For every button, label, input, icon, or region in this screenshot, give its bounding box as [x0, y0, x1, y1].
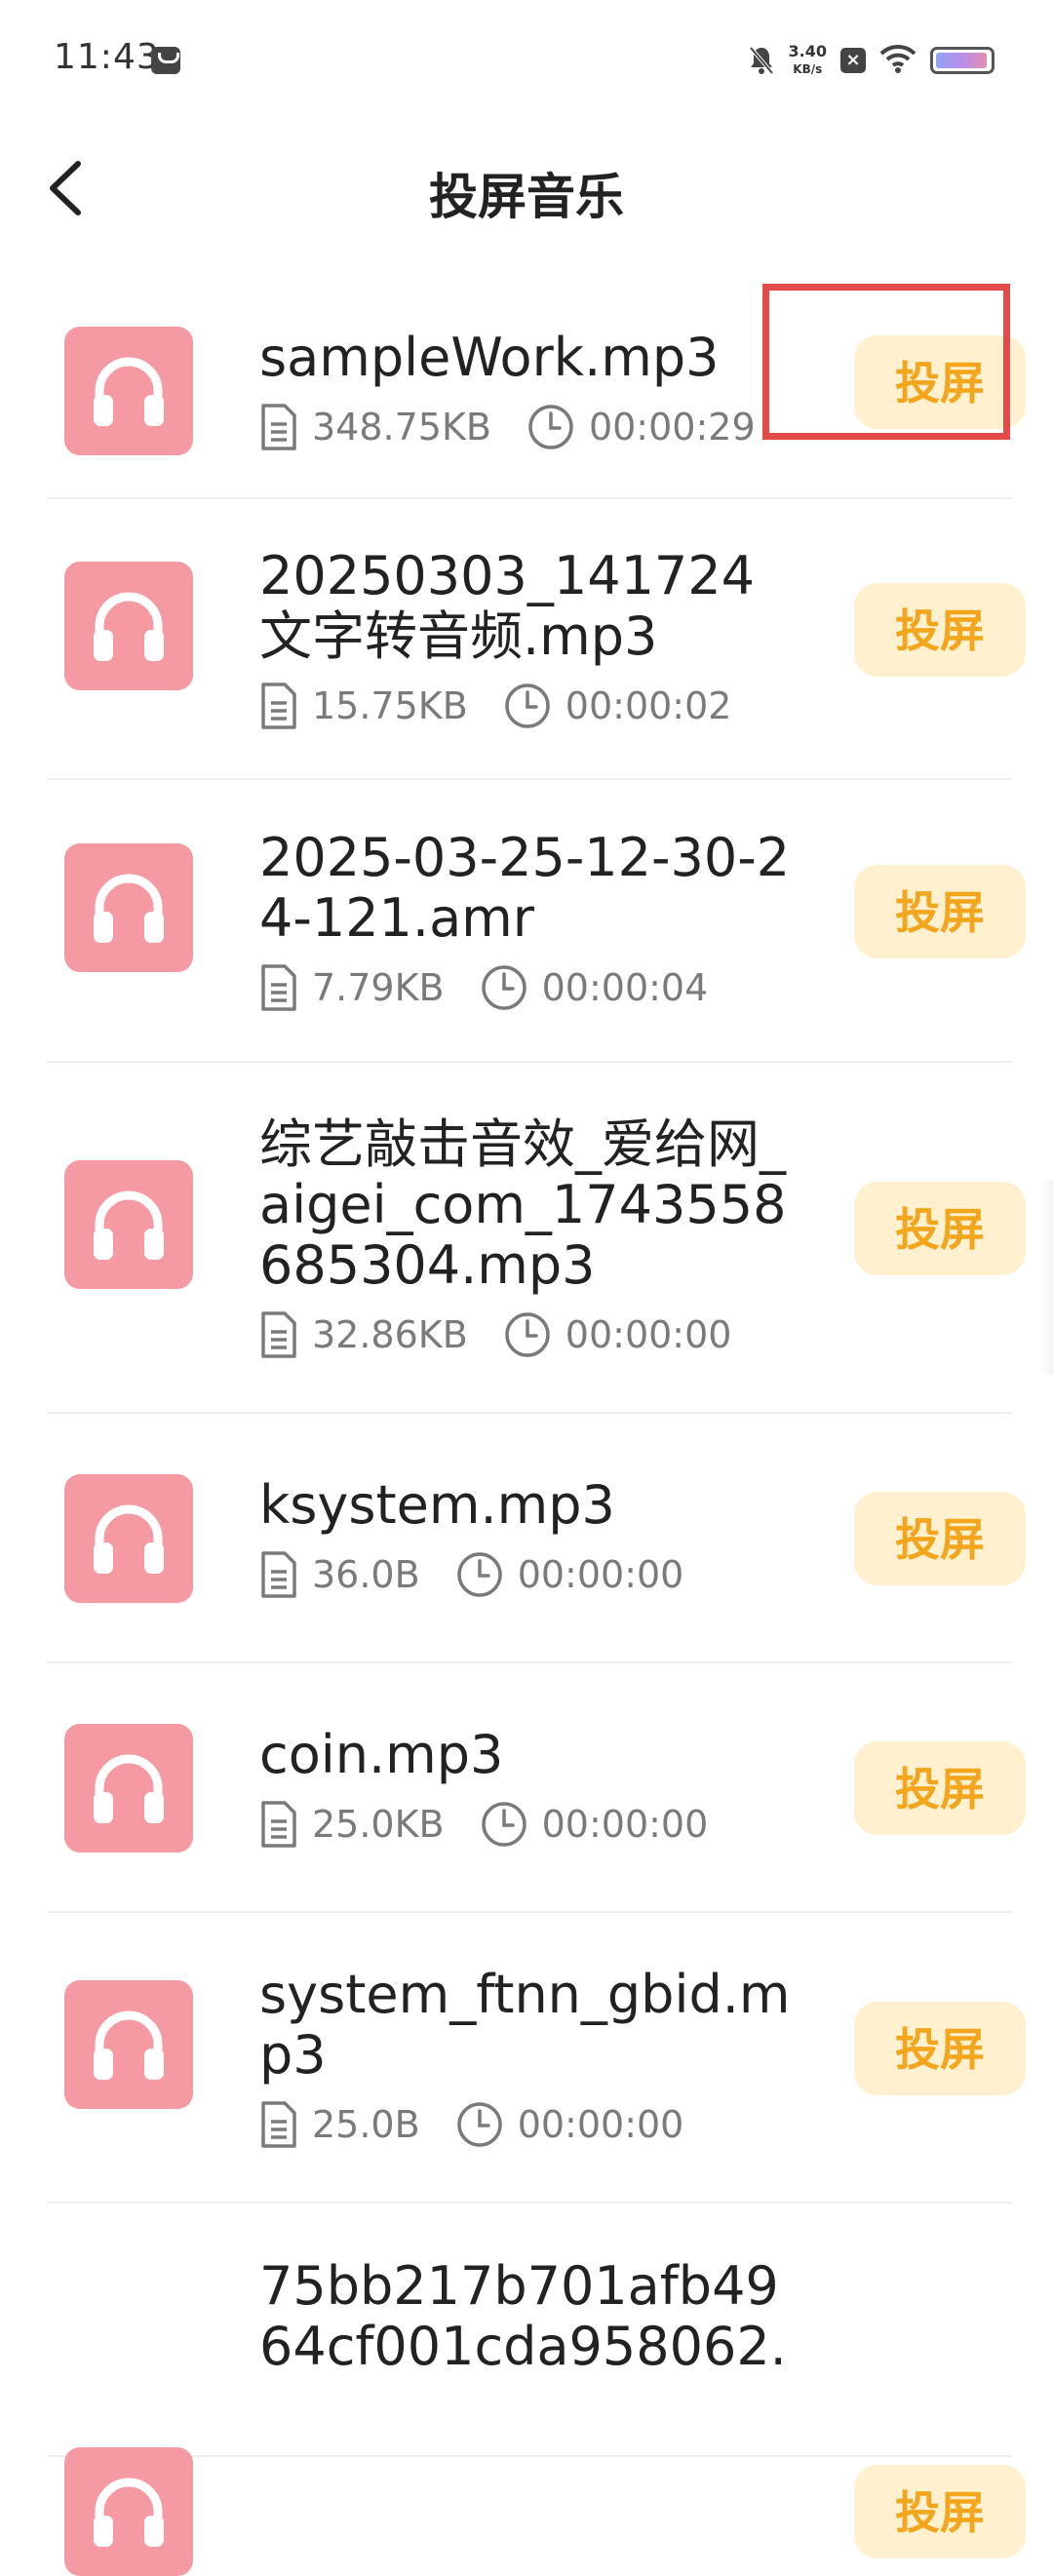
- cast-button[interactable]: 投屏: [854, 2002, 1026, 2095]
- clock-icon: [480, 1800, 528, 1849]
- cast-button[interactable]: 投屏: [854, 1492, 1026, 1585]
- file-size-icon: [259, 2100, 298, 2149]
- file-size: 348.75KB: [312, 406, 491, 449]
- headphones-icon: [64, 1724, 193, 1853]
- top-bar: 投屏音乐: [0, 137, 1053, 244]
- network-speed: 3.40 KB/s: [789, 43, 827, 78]
- file-duration: 00:00:00: [517, 1553, 684, 1596]
- file-name: 75bb217b701afb4964cf001cda958062.m: [259, 2256, 787, 2377]
- cast-button[interactable]: 投屏: [854, 335, 1026, 429]
- cast-button[interactable]: 投屏: [854, 865, 1026, 958]
- cast-button[interactable]: 投屏: [854, 1182, 1026, 1275]
- file-size-icon: [259, 1310, 298, 1359]
- music-file-row[interactable]: coin.mp3 25.0KB 00:00:00 投屏: [47, 1663, 1026, 1913]
- clock-icon: [455, 2100, 504, 2149]
- file-duration: 00:00:00: [565, 1313, 732, 1356]
- music-file-row[interactable]: 75bb217b701afb4964cf001cda958062.m 投屏: [47, 2204, 1026, 2576]
- clock-icon: [526, 403, 575, 451]
- status-icons: 3.40 KB/s ×: [748, 39, 994, 82]
- bell-muted-icon: [748, 45, 775, 76]
- scroll-edge-shadow: [1039, 1180, 1053, 1375]
- file-size: 7.79KB: [312, 966, 445, 1009]
- music-file-row[interactable]: sampleWork.mp3 348.75KB 00:00:29 投屏: [47, 283, 1026, 499]
- message-notification-icon: [151, 47, 180, 74]
- status-bar: 11:43 3.40 KB/s ×: [0, 0, 1053, 117]
- cast-button[interactable]: 投屏: [854, 1741, 1026, 1835]
- file-meta: 15.75KB 00:00:02: [259, 679, 731, 733]
- wifi-icon: [879, 44, 916, 77]
- file-meta: 36.0B 00:00:00: [259, 1547, 683, 1602]
- file-name: system_ftnn_gbid.mp3: [259, 1965, 791, 2086]
- file-size-icon: [259, 403, 298, 451]
- file-meta: 25.0B 00:00:00: [259, 2097, 683, 2152]
- file-size: 15.75KB: [312, 684, 468, 727]
- headphones-icon: [64, 327, 193, 455]
- file-name: coin.mp3: [259, 1725, 504, 1785]
- headphones-icon: [64, 1474, 193, 1603]
- file-size: 32.86KB: [312, 1313, 468, 1356]
- headphones-icon: [64, 1980, 193, 2109]
- music-file-row[interactable]: ksystem.mp3 36.0B 00:00:00 投屏: [47, 1414, 1026, 1663]
- music-file-row[interactable]: 2025-03-25-12-30-24-121.amr 7.79KB 00:00:0…: [47, 780, 1026, 1063]
- status-time: 11:43: [54, 37, 160, 77]
- file-size-icon: [259, 1550, 298, 1599]
- file-meta: 7.79KB 00:00:04: [259, 960, 708, 1015]
- file-size: 25.0B: [312, 2103, 420, 2146]
- file-duration: 00:00:00: [517, 2103, 684, 2146]
- cast-button[interactable]: 投屏: [854, 583, 1026, 677]
- file-duration: 00:00:02: [565, 684, 732, 727]
- clock-icon: [480, 963, 528, 1012]
- file-size-icon: [259, 682, 298, 730]
- network-speed-unit: KB/s: [793, 62, 823, 76]
- sim-off-icon: ×: [840, 48, 866, 73]
- headphones-icon: [64, 562, 193, 690]
- battery-icon: [930, 47, 994, 74]
- music-file-row[interactable]: 20250303_141724文字转音频.mp3 15.75KB 00:00:02 投…: [47, 499, 1026, 780]
- file-duration: 00:00:29: [588, 406, 756, 449]
- headphones-icon: [64, 2447, 193, 2576]
- music-file-row[interactable]: system_ftnn_gbid.mp3 25.0B 00:00:00 投屏: [47, 1913, 1026, 2204]
- network-speed-value: 3.40: [788, 42, 827, 60]
- headphones-icon: [64, 1160, 193, 1289]
- music-file-row[interactable]: 综艺敲击音效_爱给网_aigei_com_1743558685304.mp3 32…: [47, 1063, 1026, 1414]
- file-size-icon: [259, 1800, 298, 1849]
- cast-button[interactable]: 投屏: [854, 2465, 1026, 2558]
- file-name: 20250303_141724文字转音频.mp3: [259, 546, 755, 667]
- file-name: 2025-03-25-12-30-24-121.amr: [259, 828, 791, 949]
- file-name: 综艺敲击音效_爱给网_aigei_com_1743558685304.mp3: [259, 1114, 787, 1296]
- file-meta: 348.75KB 00:00:29: [259, 400, 756, 454]
- file-meta: 32.86KB 00:00:00: [259, 1308, 731, 1362]
- clock-icon: [503, 682, 552, 730]
- clock-icon: [503, 1310, 552, 1359]
- clock-icon: [455, 1550, 504, 1599]
- file-size: 36.0B: [312, 1553, 420, 1596]
- file-size-icon: [259, 963, 298, 1012]
- file-name: sampleWork.mp3: [259, 328, 720, 388]
- page-title: 投屏音乐: [429, 169, 624, 225]
- file-name: ksystem.mp3: [259, 1475, 615, 1536]
- headphones-icon: [64, 843, 193, 972]
- file-duration: 00:00:00: [541, 1803, 709, 1846]
- file-duration: 00:00:04: [541, 966, 709, 1009]
- file-size: 25.0KB: [312, 1803, 445, 1846]
- file-meta: 25.0KB 00:00:00: [259, 1797, 708, 1852]
